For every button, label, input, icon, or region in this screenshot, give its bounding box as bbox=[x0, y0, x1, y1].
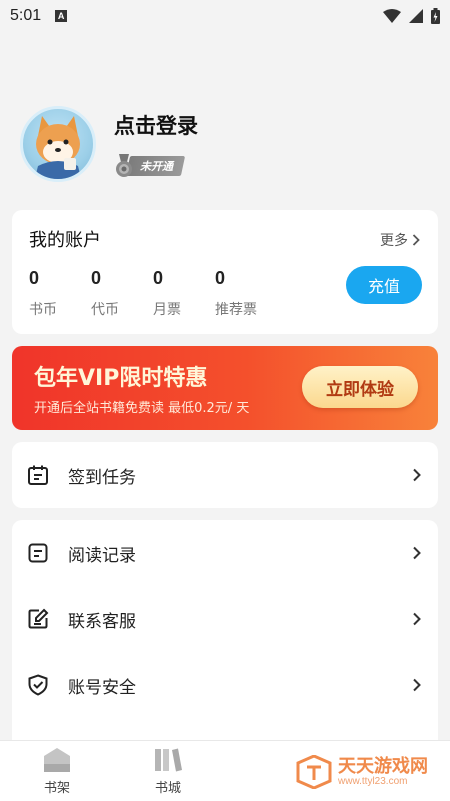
menu-item-account-security[interactable]: 账号安全 bbox=[12, 652, 438, 718]
menu-item-checkin[interactable]: 签到任务 bbox=[12, 442, 438, 508]
site-watermark: 天天游戏网 www.ttyl23.com bbox=[296, 755, 428, 789]
bookshelf-icon bbox=[44, 748, 70, 772]
stat-value: 0 bbox=[91, 268, 102, 288]
stat-value: 0 bbox=[215, 268, 226, 288]
stat-label: 书币 bbox=[29, 302, 57, 318]
account-card: 我的账户 更多 0 书币 0 代币 0 月票 0 推荐票 充值 bbox=[12, 210, 438, 334]
menu-label: 签到任务 bbox=[68, 467, 136, 488]
profile-header[interactable]: 点击登录 未开通 bbox=[20, 106, 198, 182]
chevron-right-icon bbox=[413, 612, 421, 626]
medal-icon bbox=[116, 154, 132, 177]
status-time: 5:01 bbox=[10, 7, 42, 24]
recharge-button[interactable]: 充值 bbox=[346, 266, 422, 304]
vip-promo-banner[interactable]: 包年VIP限时特惠 开通后全站书籍免费读 最低0.2元/ 天 立即体验 bbox=[12, 346, 438, 430]
bottom-tab-bar: 书架 书城 天天游戏网 www.ttyl23.com bbox=[0, 740, 450, 801]
login-prompt[interactable]: 点击登录 bbox=[114, 110, 198, 140]
menu-label: 阅读记录 bbox=[68, 545, 136, 566]
account-title: 我的账户 bbox=[29, 230, 101, 251]
menu-group-account: 阅读记录 联系客服 账号安全 bbox=[12, 520, 438, 760]
shiba-avatar-icon bbox=[34, 116, 82, 179]
menu-item-customer-service[interactable]: 联系客服 bbox=[12, 586, 438, 652]
vip-headline: 包年VIP限时特惠 bbox=[34, 366, 208, 391]
tab-bookstore[interactable]: 书城 bbox=[138, 747, 198, 796]
menu-label: 联系客服 bbox=[68, 611, 136, 632]
wifi-icon bbox=[383, 9, 401, 23]
edit-icon bbox=[28, 608, 49, 629]
more-label: 更多 bbox=[380, 233, 408, 249]
account-stats: 0 书币 0 代币 0 月票 0 推荐票 bbox=[29, 268, 277, 319]
stat-recommend-tickets[interactable]: 0 推荐票 bbox=[215, 268, 277, 319]
tab-label: 书城 bbox=[154, 781, 181, 796]
vip-subtitle: 开通后全站书籍免费读 最低0.2元/ 天 bbox=[34, 401, 250, 416]
shield-check-icon bbox=[28, 674, 48, 696]
stat-tokens[interactable]: 0 代币 bbox=[91, 268, 153, 319]
reading-record-icon bbox=[28, 543, 48, 563]
chevron-right-icon bbox=[413, 678, 421, 692]
avatar[interactable] bbox=[20, 106, 96, 182]
tab-label: 书架 bbox=[43, 781, 70, 796]
watermark-logo-icon bbox=[296, 755, 332, 789]
stat-book-coins[interactable]: 0 书币 bbox=[29, 268, 91, 319]
chevron-right-icon bbox=[413, 468, 421, 482]
stat-monthly-tickets[interactable]: 0 月票 bbox=[153, 268, 215, 319]
vip-status-badge: 未开通 bbox=[114, 154, 198, 178]
stat-label: 推荐票 bbox=[215, 302, 257, 318]
chevron-right-icon bbox=[412, 234, 420, 246]
notification-icon: A bbox=[55, 10, 68, 22]
stat-value: 0 bbox=[153, 268, 164, 288]
menu-group-tasks: 签到任务 bbox=[12, 442, 438, 508]
more-link[interactable]: 更多 bbox=[380, 230, 420, 250]
calendar-icon bbox=[28, 465, 48, 485]
stat-label: 月票 bbox=[153, 302, 181, 318]
stat-value: 0 bbox=[29, 268, 40, 288]
menu-label: 账号安全 bbox=[68, 677, 136, 698]
status-bar: 5:01 A bbox=[0, 0, 450, 32]
try-now-button[interactable]: 立即体验 bbox=[302, 366, 418, 408]
battery-icon bbox=[431, 8, 440, 24]
stat-label: 代币 bbox=[91, 302, 119, 318]
tab-bookshelf[interactable]: 书架 bbox=[27, 747, 87, 796]
watermark-url: www.ttyl23.com bbox=[338, 775, 408, 787]
status-right-icons bbox=[383, 8, 440, 24]
signal-icon bbox=[409, 9, 423, 23]
vip-status-text: 未开通 bbox=[140, 160, 173, 173]
bookstore-icon bbox=[155, 748, 182, 772]
chevron-right-icon bbox=[413, 546, 421, 560]
watermark-name: 天天游戏网 bbox=[338, 755, 428, 777]
menu-item-reading-history[interactable]: 阅读记录 bbox=[12, 520, 438, 586]
